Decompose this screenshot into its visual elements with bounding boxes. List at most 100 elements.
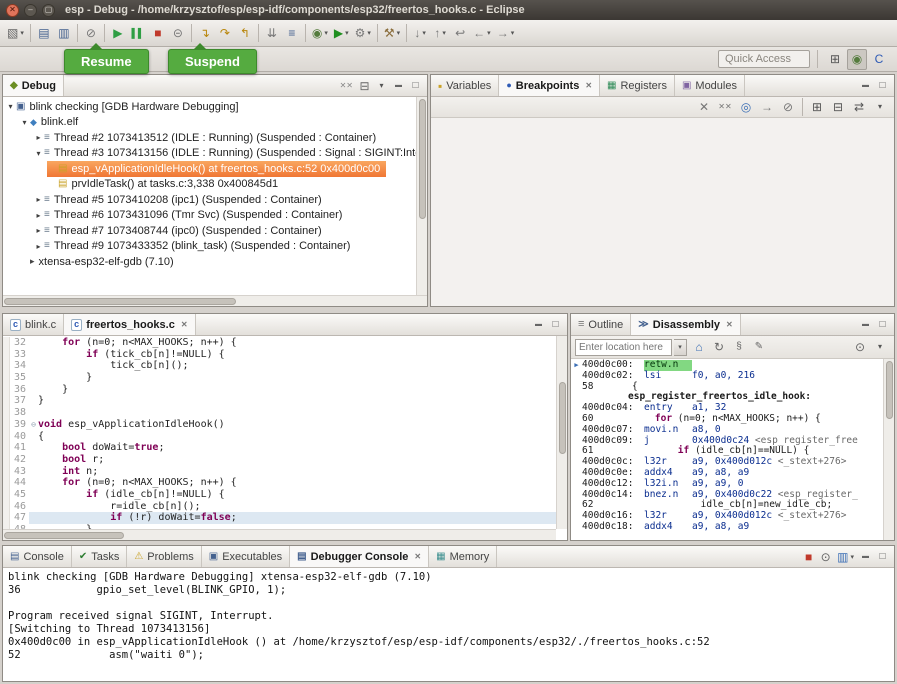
go-to-pc-button[interactable]: ⌂ [689, 337, 709, 358]
code-line[interactable]: 43 int n; [3, 466, 556, 478]
code-line[interactable]: 44 for (n=0; n<MAX_HOOKS; n++) { [3, 477, 556, 489]
scrollbar-thumb[interactable] [4, 532, 124, 539]
previous-annotation-dropdown-icon[interactable]: ▾ [442, 29, 446, 37]
last-edit-location-button[interactable]: ↩ [450, 23, 470, 44]
code-line[interactable]: 34 tick_cb[n](); [3, 360, 556, 372]
next-annotation-dropdown-icon[interactable]: ▾ [422, 29, 426, 37]
debug-tree-item[interactable]: ▾▣blink checking [GDB Hardware Debugging… [3, 99, 416, 115]
maximize-button[interactable]: □ [874, 549, 891, 565]
minimize-button[interactable]: ▬ [857, 317, 874, 333]
show-source-button[interactable]: § [729, 337, 749, 358]
tab-memory[interactable]: ▦Memory [429, 546, 497, 567]
go-to-file-for-breakpoint-button[interactable]: → [757, 97, 777, 118]
code-line[interactable]: 41 bool doWait=true; [3, 442, 556, 454]
code-line[interactable]: 42 bool r; [3, 454, 556, 466]
debug-tree-item[interactable]: ▸≡Thread #5 1073410208 (ipc1) (Suspended… [3, 192, 416, 208]
close-tab-icon[interactable]: ✕ [181, 320, 188, 329]
minimize-button[interactable]: ▬ [530, 317, 547, 333]
code-line[interactable]: 45 if (idle_cb[n]!=NULL) { [3, 489, 556, 501]
location-dropdown-icon[interactable]: ▾ [674, 339, 687, 356]
debug-tree-item[interactable]: ▾≡Thread #3 1073413156 (IDLE : Running) … [3, 146, 416, 162]
maximize-button[interactable]: □ [874, 78, 891, 94]
debug-tree-item[interactable]: ▸≡Thread #2 1073413512 (IDLE : Running) … [3, 130, 416, 146]
debug-tree-item[interactable]: ▸≡Thread #6 1073431096 (Tmr Svc) (Suspen… [3, 208, 416, 224]
tab-freertos-hooks-c[interactable]: cfreertos_hooks.c✕ [64, 314, 195, 335]
code-line[interactable]: 40{ [3, 431, 556, 443]
previous-annotation-button[interactable]: ↑▾ [430, 23, 450, 44]
debug-tree-item[interactable]: ▤esp_vApplicationIdleHook() at freertos_… [3, 161, 416, 177]
run-button[interactable]: ▶▾ [331, 23, 352, 44]
external-tools-dropdown-icon[interactable]: ▾ [367, 29, 371, 37]
console-output[interactable]: blink checking [GDB Hardware Debugging] … [3, 568, 894, 681]
tab-tasks[interactable]: ✔Tasks [72, 546, 128, 567]
debug-perspective-button[interactable]: ◉ [847, 49, 867, 70]
save-button[interactable]: ▤ [34, 23, 54, 44]
sync-button[interactable]: ↻ [709, 337, 729, 358]
terminate-button[interactable]: ■ [800, 549, 817, 565]
tab-modules[interactable]: ▣Modules [675, 75, 745, 96]
drop-to-frame-button[interactable]: ⇊ [262, 23, 282, 44]
expander-icon[interactable]: ▾ [5, 102, 16, 111]
fold-marker-icon[interactable]: ⊖ [29, 419, 38, 431]
collapse-all-button[interactable]: ⊟ [828, 97, 848, 118]
debug-dropdown-icon[interactable]: ▾ [324, 29, 328, 37]
location-input[interactable] [575, 339, 672, 356]
skip-all-breakpoints-button[interactable]: ⊘ [81, 23, 101, 44]
build-button[interactable]: ⚒▾ [381, 23, 403, 44]
tab-debug[interactable]: ◆Debug [3, 75, 64, 96]
code-line[interactable]: 33 if (tick_cb[n]!=NULL) { [3, 349, 556, 361]
remove-selected-breakpoints-button[interactable]: ✕ [694, 97, 714, 118]
view-menu-button[interactable]: ▾ [870, 97, 890, 118]
back-button[interactable]: ←▾ [470, 23, 494, 44]
expander-icon[interactable]: ▾ [19, 118, 30, 127]
external-tools-button[interactable]: ⚙▾ [352, 23, 374, 44]
code-line[interactable]: 38 [3, 407, 556, 419]
debug-button[interactable]: ◉▾ [309, 23, 331, 44]
debug-vertical-scrollbar[interactable] [416, 97, 427, 295]
suspend-button[interactable]: ▌▌ [128, 23, 148, 44]
debug-tree-item[interactable]: ▾◆blink.elf [3, 115, 416, 131]
step-into-button[interactable]: ↴ [195, 23, 215, 44]
tab-variables[interactable]: ▪Variables [431, 75, 499, 96]
forward-button[interactable]: →▾ [494, 23, 518, 44]
forward-dropdown-icon[interactable]: ▾ [511, 29, 515, 37]
disassembly-vertical-scrollbar[interactable] [883, 359, 894, 540]
back-dropdown-icon[interactable]: ▾ [487, 29, 491, 37]
save-all-button[interactable]: ▥ [54, 23, 74, 44]
tab-problems[interactable]: ⚠Problems [127, 546, 201, 567]
code-line[interactable]: 32 for (n=0; n<MAX_HOOKS; n++) { [3, 337, 556, 349]
resume-button[interactable]: ▶ [108, 23, 128, 44]
display-selected-console-dropdown-icon[interactable]: ▾ [850, 553, 854, 561]
run-dropdown-icon[interactable]: ▾ [345, 29, 349, 37]
expander-icon[interactable]: ▸ [33, 242, 44, 251]
step-over-button[interactable]: ↷ [215, 23, 235, 44]
code-line[interactable]: 46 r=idle_cb[n](); [3, 501, 556, 513]
debug-tree[interactable]: ▾▣blink checking [GDB Hardware Debugging… [3, 97, 416, 295]
maximize-button[interactable]: □ [407, 78, 424, 94]
disassembly-line[interactable]: 400d0c18:addx4a9, a8, a9 [571, 522, 883, 533]
tab-breakpoints[interactable]: ●Breakpoints✕ [499, 75, 600, 96]
scrollbar-thumb[interactable] [559, 382, 566, 454]
breakpoints-content[interactable] [431, 118, 894, 306]
tab-debugger-console[interactable]: ▤Debugger Console✕ [290, 546, 429, 567]
quick-access-field[interactable]: Quick Access [718, 50, 810, 68]
code-line[interactable]: 47 if (!r) doWait=false; [3, 512, 556, 524]
new-wizard-button[interactable]: ▧▾ [4, 23, 27, 44]
code-line[interactable]: 37} [3, 395, 556, 407]
scrollbar-thumb[interactable] [4, 298, 236, 305]
close-tab-icon[interactable]: ✕ [726, 320, 733, 329]
remove-all-breakpoints-button[interactable]: ✕✕ [715, 97, 735, 118]
minimize-button[interactable]: ▬ [390, 78, 407, 94]
code-line[interactable]: 36 } [3, 384, 556, 396]
code-line[interactable]: 39⊖void esp_vApplicationIdleHook() [3, 419, 556, 431]
view-menu-button[interactable]: ▾ [870, 337, 890, 358]
display-selected-console-button[interactable]: ▥▾ [834, 549, 857, 565]
maximize-button[interactable]: □ [547, 317, 564, 333]
scrollbar-thumb[interactable] [886, 361, 893, 419]
show-breakpoints-supported-button[interactable]: ◎ [736, 97, 756, 118]
expander-icon[interactable]: ▸ [33, 211, 44, 220]
tab-executables[interactable]: ▣Executables [202, 546, 290, 567]
pin-console-button[interactable]: ⊙ [817, 549, 834, 565]
terminate-button[interactable]: ■ [148, 23, 168, 44]
maximize-button[interactable]: ▢ [42, 4, 55, 17]
